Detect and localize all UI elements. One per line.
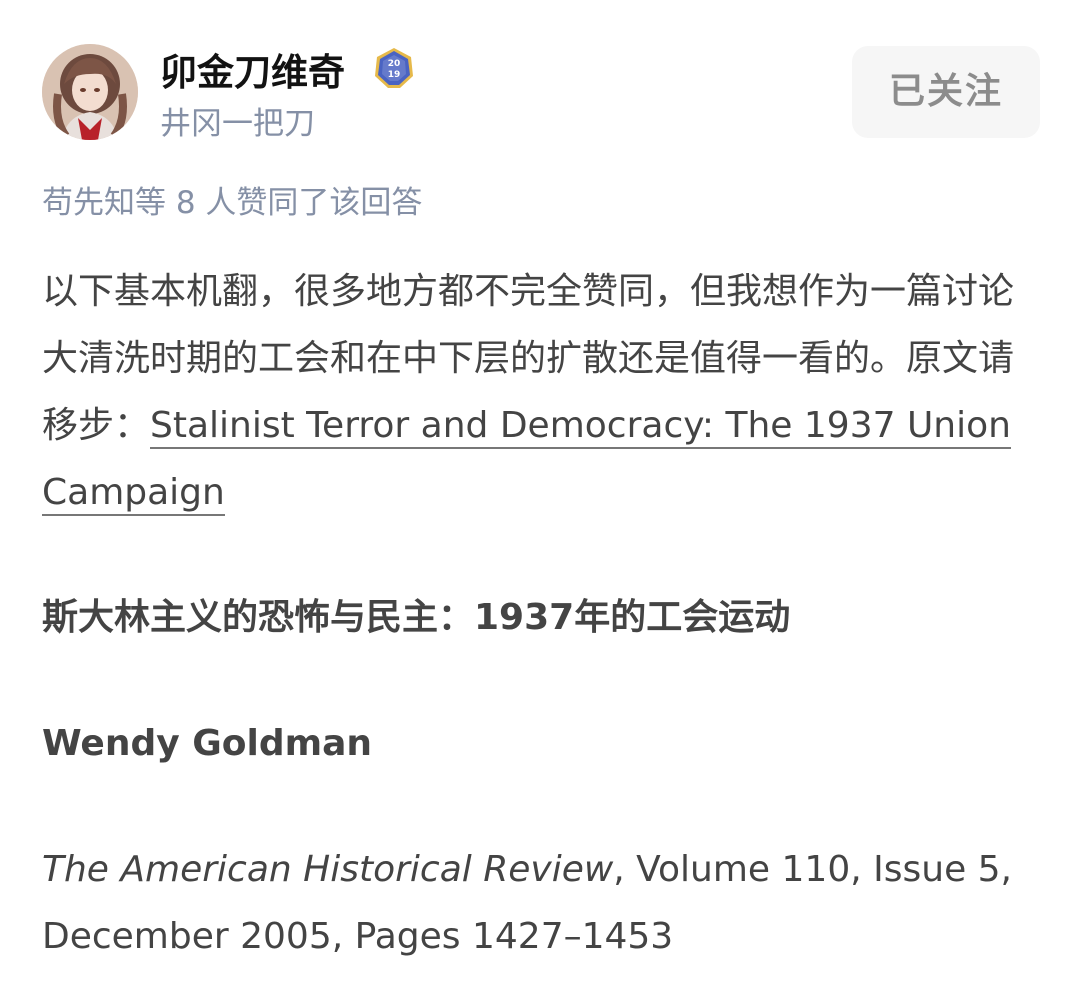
annual-badge-icon[interactable]: 20 19 (372, 46, 416, 90)
journal-name: The American Historical Review (42, 849, 614, 890)
badge-svg: 20 19 (375, 48, 413, 88)
answer-content: 以下基本机翻，很多地方都不完全赞同，但我想作为一篇讨论大清洗时期的工会和在中下层… (42, 258, 1032, 957)
intro-paragraph: 以下基本机翻，很多地方都不完全赞同，但我想作为一篇讨论大清洗时期的工会和在中下层… (42, 258, 1032, 526)
following-button[interactable]: 已关注 (852, 46, 1040, 138)
citation: The American Historical Review, Volume 1… (42, 836, 1032, 970)
author-name[interactable]: 卯金刀维奇 (160, 48, 345, 98)
svg-text:19: 19 (388, 70, 401, 80)
author-avatar[interactable] (42, 44, 138, 140)
upvote-summary[interactable]: 苟先知等 8 人赞同了该回答 (42, 180, 422, 226)
source-article-link[interactable]: Stalinist Terror and Democracy: The 1937… (42, 405, 1011, 516)
svg-text:20: 20 (388, 59, 401, 69)
author-bio: 井冈一把刀 (160, 106, 315, 142)
translated-title: 斯大林主义的恐怖与民主：1937年的工会运动 (42, 597, 791, 638)
avatar-illustration (42, 44, 138, 140)
answer-author-header: 卯金刀维奇 20 19 井冈一把刀 已关注 (42, 44, 1042, 144)
paper-author: Wendy Goldman (42, 723, 373, 764)
